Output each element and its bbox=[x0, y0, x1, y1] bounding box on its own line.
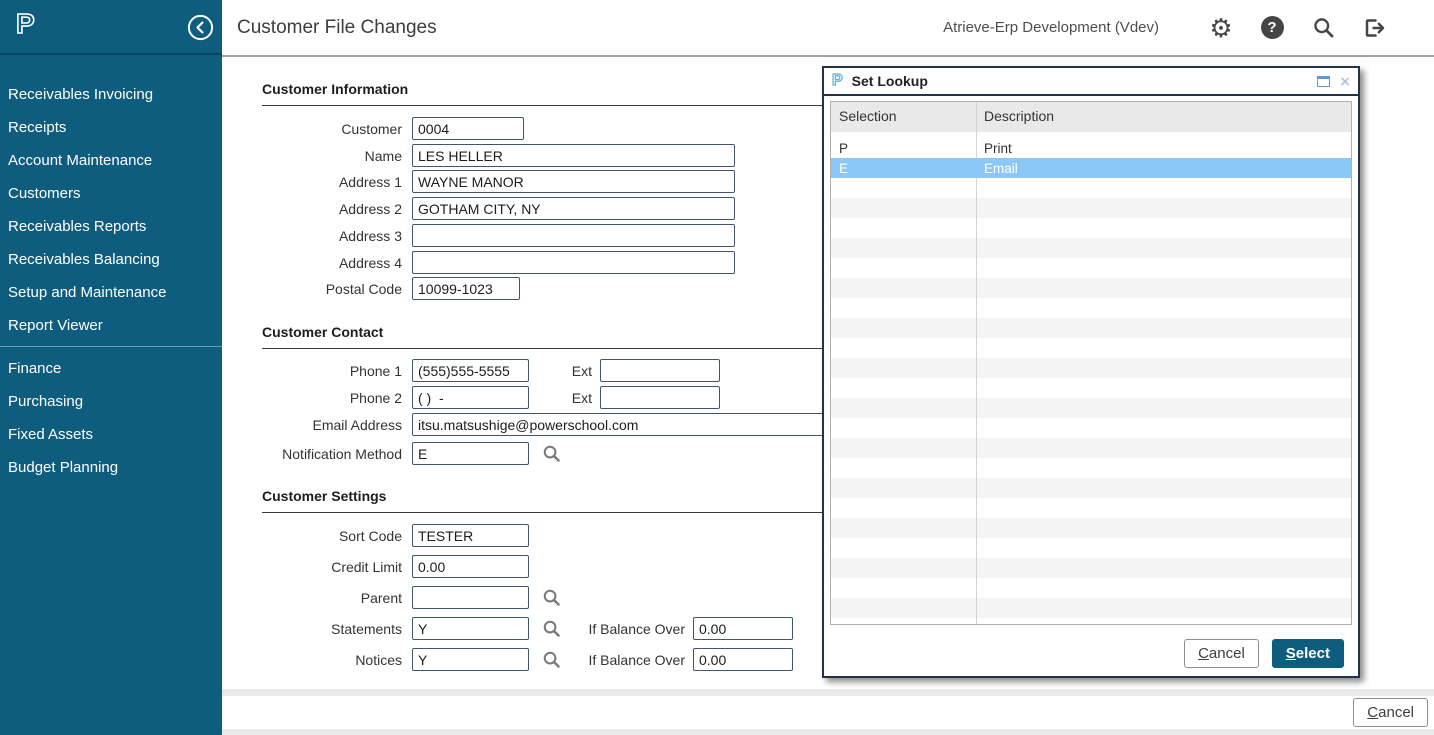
sort-code-input[interactable] bbox=[412, 524, 529, 547]
close-icon[interactable]: × bbox=[1340, 73, 1350, 90]
dialog-titlebar[interactable]: P Set Lookup × bbox=[824, 68, 1358, 96]
sidebar-nav: Receivables Invoicing Receipts Account M… bbox=[0, 55, 222, 484]
name-input[interactable] bbox=[412, 144, 735, 167]
email-input[interactable] bbox=[412, 413, 824, 436]
sidebar-item-receipts[interactable]: Receipts bbox=[0, 111, 222, 144]
statements-balance-label: If Balance Over bbox=[572, 621, 685, 637]
notification-method-lookup-magnifier-icon[interactable] bbox=[542, 444, 561, 463]
address4-input[interactable] bbox=[412, 251, 735, 274]
customer-input[interactable] bbox=[412, 117, 524, 140]
notices-lookup-magnifier-icon[interactable] bbox=[542, 650, 561, 669]
email-label: Email Address bbox=[222, 417, 402, 433]
lookup-row-print[interactable]: P Print bbox=[831, 138, 1351, 158]
notices-label: Notices bbox=[222, 652, 402, 668]
page-cancel-button[interactable]: Cancel bbox=[1353, 698, 1428, 727]
notices-balance-input[interactable] bbox=[693, 648, 793, 671]
dialog-title: Set Lookup bbox=[852, 73, 928, 89]
address1-label: Address 1 bbox=[222, 174, 402, 190]
statements-input[interactable] bbox=[412, 617, 529, 640]
powerschool-logo: P bbox=[16, 8, 35, 40]
sidebar-item-receivables-balancing[interactable]: Receivables Balancing bbox=[0, 243, 222, 276]
postal-code-label: Postal Code bbox=[222, 281, 402, 297]
notices-balance-label: If Balance Over bbox=[572, 652, 685, 668]
powerschool-logo-small: P bbox=[832, 72, 843, 90]
name-label: Name bbox=[222, 148, 402, 164]
phone2-ext-label: Ext bbox=[529, 390, 592, 406]
column-header-description: Description bbox=[976, 108, 1054, 132]
statements-label: Statements bbox=[222, 621, 402, 637]
address2-input[interactable] bbox=[412, 197, 735, 220]
collapse-sidebar-icon[interactable] bbox=[187, 14, 214, 41]
sidebar-item-customers[interactable]: Customers bbox=[0, 177, 222, 210]
dialog-cancel-button[interactable]: Cancel bbox=[1184, 639, 1259, 668]
sidebar-divider bbox=[0, 346, 222, 347]
sidebar-item-receivables-invoicing[interactable]: Receivables Invoicing bbox=[0, 78, 222, 111]
credit-limit-input[interactable] bbox=[412, 555, 529, 578]
lookup-table: Selection Description P Print E Email bbox=[830, 101, 1352, 625]
app-window: P Receivables Invoicing Receipts Account… bbox=[0, 0, 1434, 735]
phone1-label: Phone 1 bbox=[222, 363, 402, 379]
sidebar-item-purchasing[interactable]: Purchasing bbox=[0, 385, 222, 418]
lookup-table-header: Selection Description bbox=[831, 102, 1351, 132]
dialog-select-button[interactable]: Select bbox=[1272, 639, 1344, 668]
environment-label: Atrieve-Erp Development (Vdev) bbox=[943, 19, 1159, 36]
parent-label: Parent bbox=[222, 590, 402, 606]
statements-lookup-magnifier-icon[interactable] bbox=[542, 619, 561, 638]
sidebar-item-setup-and-maintenance[interactable]: Setup and Maintenance bbox=[0, 276, 222, 309]
address3-input[interactable] bbox=[412, 224, 735, 247]
customer-label: Customer bbox=[222, 121, 402, 137]
sidebar-item-budget-planning[interactable]: Budget Planning bbox=[0, 451, 222, 484]
phone2-label: Phone 2 bbox=[222, 390, 402, 406]
phone1-ext-label: Ext bbox=[529, 363, 592, 379]
sidebar-item-report-viewer[interactable]: Report Viewer bbox=[0, 309, 222, 342]
maximize-icon[interactable] bbox=[1317, 76, 1330, 87]
parent-lookup-magnifier-icon[interactable] bbox=[542, 588, 561, 607]
sidebar: P Receivables Invoicing Receipts Account… bbox=[0, 0, 222, 735]
credit-limit-label: Credit Limit bbox=[222, 559, 402, 575]
phone2-input[interactable] bbox=[412, 386, 529, 409]
topbar: Customer File Changes Atrieve-Erp Develo… bbox=[222, 0, 1434, 57]
postal-code-input[interactable] bbox=[412, 277, 520, 300]
address4-label: Address 4 bbox=[222, 255, 402, 271]
gear-icon[interactable]: ⚙ bbox=[1208, 15, 1234, 41]
phone2-ext-input[interactable] bbox=[600, 386, 720, 409]
sidebar-item-fixed-assets[interactable]: Fixed Assets bbox=[0, 418, 222, 451]
address3-label: Address 3 bbox=[222, 228, 402, 244]
sidebar-item-receivables-reports[interactable]: Receivables Reports bbox=[0, 210, 222, 243]
notices-input[interactable] bbox=[412, 648, 529, 671]
lookup-row-email-selected[interactable]: E Email bbox=[831, 158, 1351, 178]
lookup-empty-rows bbox=[831, 178, 1351, 624]
page-footer: Cancel bbox=[222, 696, 1434, 729]
phone1-ext-input[interactable] bbox=[600, 359, 720, 382]
statements-balance-input[interactable] bbox=[693, 617, 793, 640]
help-icon[interactable]: ? bbox=[1259, 16, 1285, 39]
set-lookup-dialog: P Set Lookup × Selection Description P P… bbox=[822, 66, 1360, 678]
address1-input[interactable] bbox=[412, 170, 735, 193]
sidebar-header: P bbox=[0, 0, 222, 55]
sidebar-item-finance[interactable]: Finance bbox=[0, 352, 222, 385]
phone1-input[interactable] bbox=[412, 359, 529, 382]
sort-code-label: Sort Code bbox=[222, 528, 402, 544]
parent-input[interactable] bbox=[412, 586, 529, 609]
search-icon[interactable] bbox=[1310, 16, 1336, 39]
sign-out-icon[interactable] bbox=[1361, 16, 1387, 40]
notification-method-input[interactable] bbox=[412, 442, 529, 465]
notification-method-label: Notification Method bbox=[222, 446, 402, 462]
column-header-selection: Selection bbox=[831, 108, 976, 132]
sidebar-item-account-maintenance[interactable]: Account Maintenance bbox=[0, 144, 222, 177]
address2-label: Address 2 bbox=[222, 201, 402, 217]
dialog-footer: Cancel Select bbox=[1184, 639, 1344, 668]
page-title: Customer File Changes bbox=[237, 17, 437, 39]
